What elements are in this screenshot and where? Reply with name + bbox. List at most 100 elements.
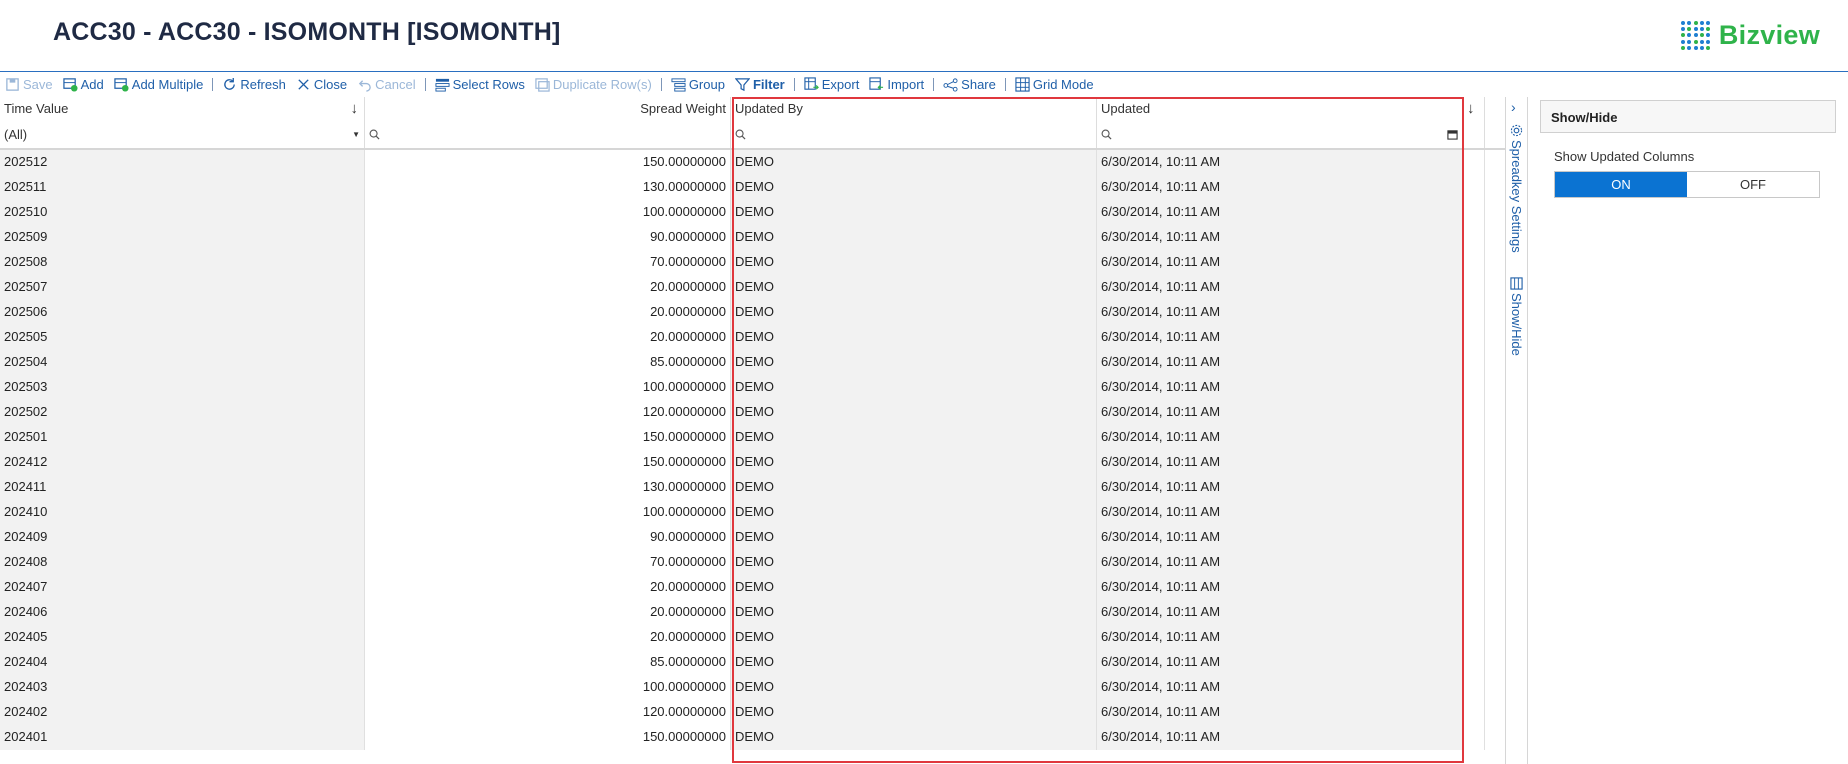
duplicate-rows-button[interactable]: Duplicate Row(s) [530,73,657,95]
updated-cell[interactable]: 6/30/2014, 10:11 AM [1097,200,1463,225]
updated-by-cell[interactable]: DEMO [731,475,1097,500]
refresh-button[interactable]: Refresh [217,73,291,95]
tab-spreadkey-settings[interactable]: Spreadkey Settings [1509,124,1524,253]
updated-cell[interactable]: 6/30/2014, 10:11 AM [1097,275,1463,300]
spread-weight-cell[interactable]: 100.00000000 [365,375,731,400]
table-row[interactable]: 202510 100.00000000 DEMO 6/30/2014, 10:11 A… [0,200,1505,225]
updated-by-cell[interactable]: DEMO [731,300,1097,325]
time-value-cell[interactable]: 202402 [0,700,365,725]
updated-by-cell[interactable]: DEMO [731,550,1097,575]
spread-weight-cell[interactable]: 150.00000000 [365,150,731,175]
updated-cell[interactable]: 6/30/2014, 10:11 AM [1097,250,1463,275]
updated-by-cell[interactable]: DEMO [731,575,1097,600]
table-row[interactable]: 202507 20.00000000 DEMO 6/30/2014, 10:11 AM [0,275,1505,300]
add-button[interactable]: Add [58,73,109,95]
updated-cell[interactable]: 6/30/2014, 10:11 AM [1097,400,1463,425]
time-value-cell[interactable]: 202405 [0,625,365,650]
time-value-cell[interactable]: 202409 [0,525,365,550]
filter-button[interactable]: Filter [730,73,790,95]
updated-cell[interactable]: 6/30/2014, 10:11 AM [1097,350,1463,375]
time-value-cell[interactable]: 202407 [0,575,365,600]
time-value-cell[interactable]: 202511 [0,175,365,200]
updated-cell[interactable]: 6/30/2014, 10:11 AM [1097,450,1463,475]
updated-cell[interactable]: 6/30/2014, 10:11 AM [1097,375,1463,400]
export-button[interactable]: Export [799,73,865,95]
updated-cell[interactable]: 6/30/2014, 10:11 AM [1097,175,1463,200]
updated-by-cell[interactable]: DEMO [731,450,1097,475]
spread-weight-cell[interactable]: 90.00000000 [365,225,731,250]
tab-show-hide[interactable]: Show/Hide [1509,277,1524,356]
time-value-cell[interactable]: 202404 [0,650,365,675]
table-row[interactable]: 202412 150.00000000 DEMO 6/30/2014, 10:11 A… [0,450,1505,475]
table-row[interactable]: 202505 20.00000000 DEMO 6/30/2014, 10:11 AM [0,325,1505,350]
updated-cell[interactable]: 6/30/2014, 10:11 AM [1097,550,1463,575]
time-value-cell[interactable]: 202506 [0,300,365,325]
spread-weight-cell[interactable]: 90.00000000 [365,525,731,550]
updated-cell[interactable]: 6/30/2014, 10:11 AM [1097,600,1463,625]
updated-cell[interactable]: 6/30/2014, 10:11 AM [1097,575,1463,600]
spread-weight-cell[interactable]: 100.00000000 [365,200,731,225]
spread-weight-cell[interactable]: 130.00000000 [365,475,731,500]
time-value-cell[interactable]: 202412 [0,450,365,475]
updated-cell[interactable]: 6/30/2014, 10:11 AM [1097,325,1463,350]
table-row[interactable]: 202402 120.00000000 DEMO 6/30/2014, 10:11 A… [0,700,1505,725]
table-row[interactable]: 202405 20.00000000 DEMO 6/30/2014, 10:11 AM [0,625,1505,650]
spread-weight-cell[interactable]: 150.00000000 [365,725,731,750]
updated-by-cell[interactable]: DEMO [731,650,1097,675]
updated-cell[interactable]: 6/30/2014, 10:11 AM [1097,625,1463,650]
updated-cell[interactable]: 6/30/2014, 10:11 AM [1097,675,1463,700]
chevron-right-icon[interactable]: › [1511,99,1516,115]
spread-weight-cell[interactable]: 20.00000000 [365,600,731,625]
updated-by-cell[interactable]: DEMO [731,700,1097,725]
column-header-updated-by[interactable]: Updated By [731,97,1097,120]
table-row[interactable]: 202406 20.00000000 DEMO 6/30/2014, 10:11 AM [0,600,1505,625]
sort-descending-icon[interactable]: ↓ [351,97,359,120]
updated-by-cell[interactable]: DEMO [731,350,1097,375]
time-value-cell[interactable]: 202504 [0,350,365,375]
spread-weight-cell[interactable]: 20.00000000 [365,300,731,325]
spread-weight-cell[interactable]: 130.00000000 [365,175,731,200]
updated-by-cell[interactable]: DEMO [731,425,1097,450]
table-row[interactable]: 202504 85.00000000 DEMO 6/30/2014, 10:11 AM [0,350,1505,375]
add-multiple-button[interactable]: Add Multiple [109,73,209,95]
time-value-cell[interactable]: 202501 [0,425,365,450]
spread-weight-cell[interactable]: 120.00000000 [365,700,731,725]
updated-by-cell[interactable]: DEMO [731,400,1097,425]
toggle-off-option[interactable]: OFF [1687,172,1819,197]
time-value-cell[interactable]: 202505 [0,325,365,350]
updated-filter-input[interactable] [1097,120,1463,148]
time-value-cell[interactable]: 202503 [0,375,365,400]
time-value-filter-dropdown[interactable]: (All) ▼ [0,120,365,148]
updated-by-cell[interactable]: DEMO [731,150,1097,175]
table-row[interactable]: 202509 90.00000000 DEMO 6/30/2014, 10:11 AM [0,225,1505,250]
updated-by-cell[interactable]: DEMO [731,500,1097,525]
table-row[interactable]: 202511 130.00000000 DEMO 6/30/2014, 10:11 A… [0,175,1505,200]
table-row[interactable]: 202503 100.00000000 DEMO 6/30/2014, 10:11 A… [0,375,1505,400]
spread-weight-cell[interactable]: 20.00000000 [365,575,731,600]
grid-mode-button[interactable]: Grid Mode [1010,73,1099,95]
spread-weight-cell[interactable]: 85.00000000 [365,650,731,675]
spread-weight-cell[interactable]: 150.00000000 [365,450,731,475]
share-button[interactable]: Share [938,73,1001,95]
save-button[interactable]: Save [0,73,58,95]
sort-descending-icon[interactable]: ↓ [1467,100,1475,117]
time-value-cell[interactable]: 202401 [0,725,365,750]
updated-by-cell[interactable]: DEMO [731,375,1097,400]
table-row[interactable]: 202501 150.00000000 DEMO 6/30/2014, 10:11 A… [0,425,1505,450]
updated-by-cell[interactable]: DEMO [731,675,1097,700]
updated-by-cell[interactable]: DEMO [731,275,1097,300]
updated-cell[interactable]: 6/30/2014, 10:11 AM [1097,225,1463,250]
time-value-cell[interactable]: 202502 [0,400,365,425]
calendar-icon[interactable] [1447,129,1458,140]
table-row[interactable]: 202401 150.00000000 DEMO 6/30/2014, 10:11 A… [0,725,1505,750]
updated-by-cell[interactable]: DEMO [731,725,1097,750]
updated-cell[interactable]: 6/30/2014, 10:11 AM [1097,425,1463,450]
updated-cell[interactable]: 6/30/2014, 10:11 AM [1097,650,1463,675]
updated-by-cell[interactable]: DEMO [731,200,1097,225]
column-header-sort[interactable]: ↓ [1463,97,1485,120]
spread-weight-cell[interactable]: 20.00000000 [365,625,731,650]
spread-weight-filter-input[interactable] [365,120,731,148]
spread-weight-cell[interactable]: 85.00000000 [365,350,731,375]
time-value-cell[interactable]: 202406 [0,600,365,625]
time-value-cell[interactable]: 202408 [0,550,365,575]
